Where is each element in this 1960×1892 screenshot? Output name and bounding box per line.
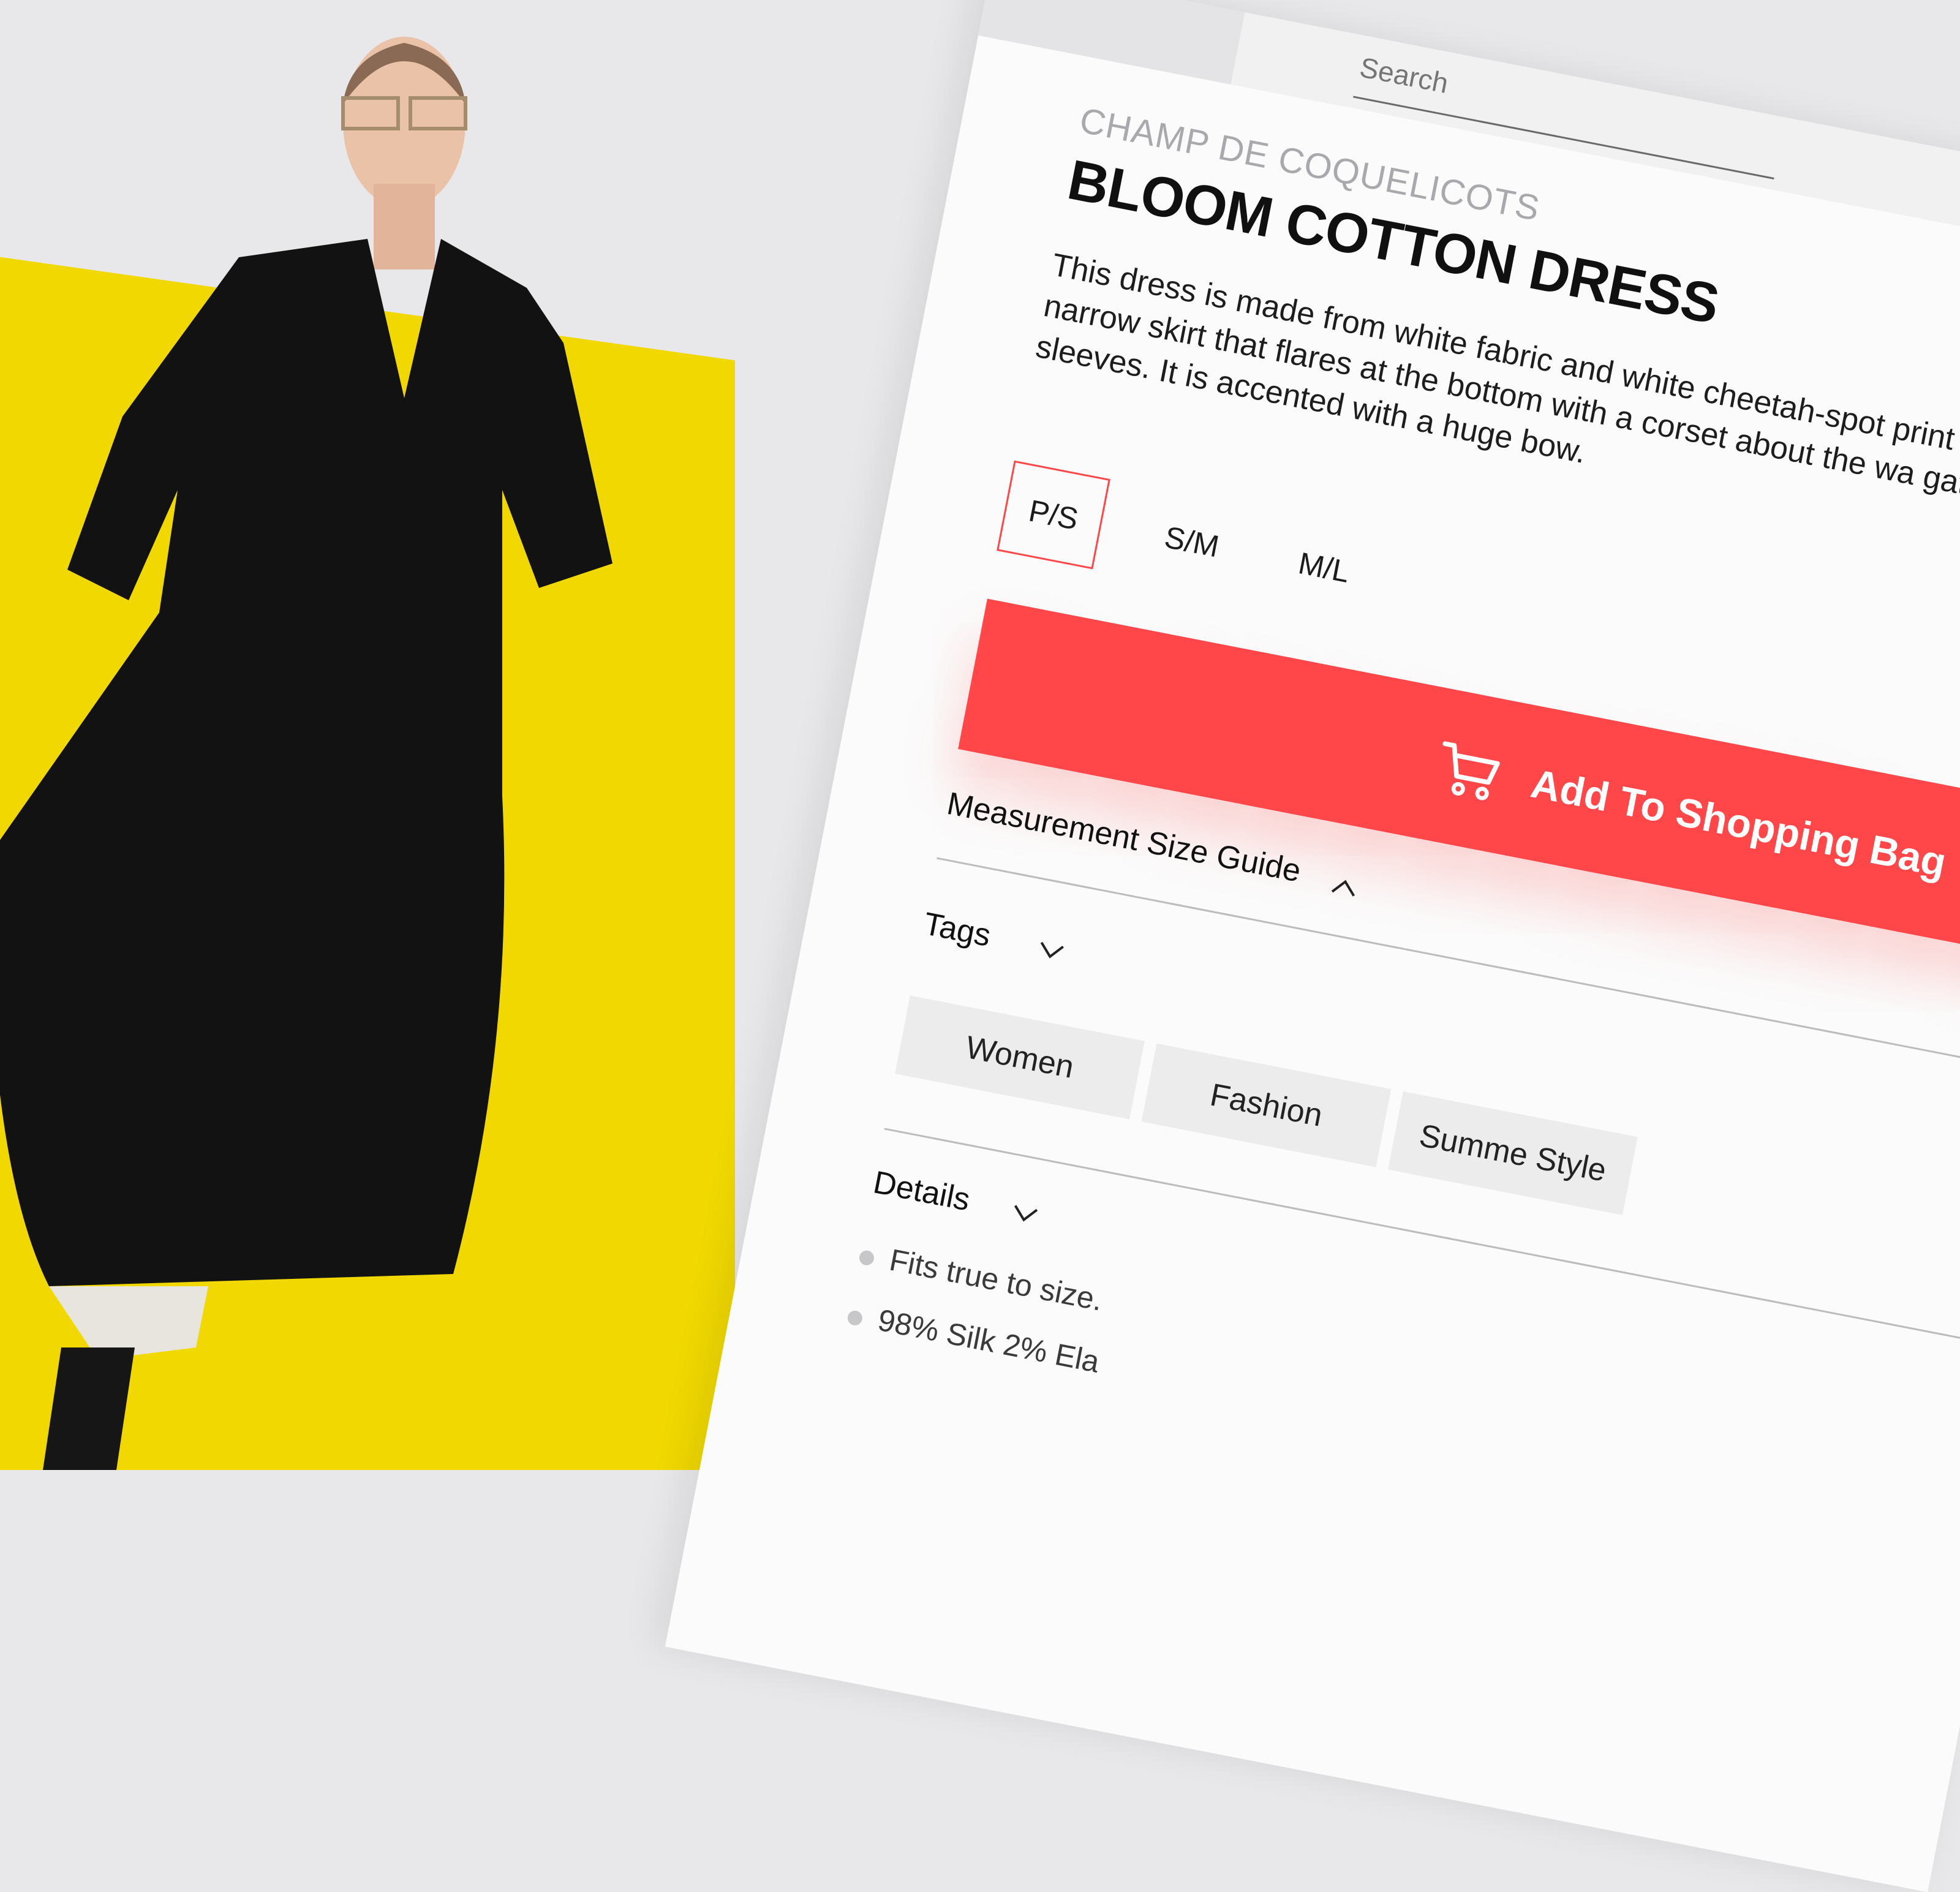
size-option-ml[interactable]: M/L xyxy=(1267,513,1381,622)
model-photo xyxy=(0,37,612,1470)
details-label: Details xyxy=(870,1164,973,1218)
bullet-icon xyxy=(846,1309,864,1327)
tag-chip[interactable]: Women xyxy=(895,995,1145,1120)
tag-chip[interactable]: Fashion xyxy=(1141,1043,1392,1167)
detail-item: Fits true to size. xyxy=(886,1242,1106,1317)
details-toggle[interactable]: Details xyxy=(870,1164,973,1218)
tags-toggle[interactable]: Tags xyxy=(921,905,993,954)
tags-label: Tags xyxy=(921,906,994,954)
add-to-bag-label: Add To Shopping Bag xyxy=(1527,760,1950,886)
top-bar-segment xyxy=(978,0,1245,85)
chevron-up-icon[interactable] xyxy=(1329,875,1359,899)
search-field[interactable] xyxy=(1352,42,1787,179)
tag-chip[interactable]: Summe Style xyxy=(1388,1091,1638,1215)
add-to-bag-button[interactable]: Add To Shopping Bag xyxy=(958,598,1960,971)
detail-item: 98% Silk 2% Ela xyxy=(875,1302,1102,1379)
chevron-down-icon[interactable] xyxy=(1010,1203,1040,1226)
search-input[interactable] xyxy=(1354,42,1787,173)
bullet-icon xyxy=(858,1249,875,1267)
chevron-down-icon[interactable] xyxy=(1036,940,1066,963)
cart-icon xyxy=(1442,741,1500,801)
size-option-sm[interactable]: S/M xyxy=(1135,488,1249,597)
size-option-ps[interactable]: P/S xyxy=(997,460,1110,570)
